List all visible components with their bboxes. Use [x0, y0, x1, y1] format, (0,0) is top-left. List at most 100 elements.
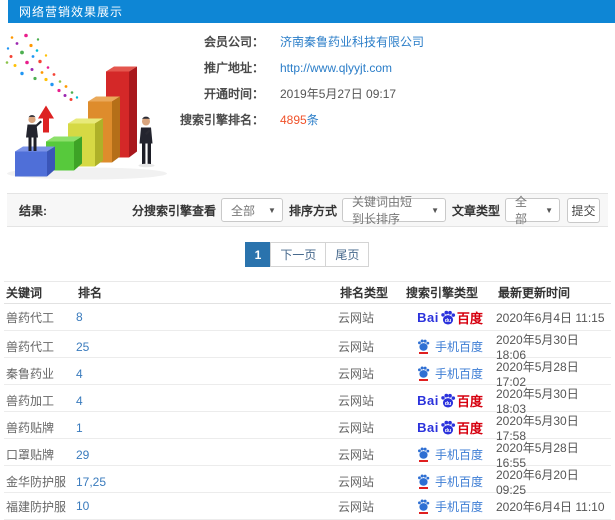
- svg-text:du: du: [445, 428, 452, 434]
- baidu-logo: Bai du 百度: [417, 418, 483, 437]
- baidu-logo-cn-text: 百度: [456, 394, 483, 409]
- baidu-logo-bai-text: Bai: [417, 420, 439, 435]
- updated-time-cell: 2020年6月20日 09:25: [496, 468, 579, 497]
- rank-cell[interactable]: 4: [76, 367, 338, 381]
- mobile-baidu-underline: [418, 487, 428, 489]
- promo-url-value[interactable]: http://www.qlyyjt.com: [280, 61, 392, 75]
- keyword-cell: 兽药加工: [6, 394, 55, 408]
- table-row: 口罩贴牌 29 云网站 Bai du 百度: [4, 439, 611, 470]
- mobile-baidu-paw-icon: [417, 474, 430, 489]
- table-row: 金华防护服 17,25 云网站 Bai du 百度: [4, 466, 611, 497]
- table-row: 福建防护服 10 云网站 Bai du 百度: [4, 493, 611, 520]
- rank-type-cell: 云网站: [338, 340, 375, 354]
- rank-type-cell: 云网站: [338, 421, 375, 435]
- rank-cell[interactable]: 17,25: [76, 475, 338, 489]
- result-section-label: 结果:: [19, 203, 47, 218]
- table-row: 秦鲁药业 4 云网站 Bai du 百度: [4, 358, 611, 389]
- submit-button[interactable]: 提交: [567, 197, 600, 223]
- member-company-row: 会员公司： 济南秦鲁药业科技有限公司: [172, 33, 424, 50]
- svg-text:du: du: [445, 317, 452, 323]
- engine-cell: Bai du 百度: [404, 365, 496, 382]
- keyword-cell: 兽药代工: [6, 340, 55, 354]
- sort-filter-select[interactable]: 关键词由短到长排序 ▼: [341, 195, 446, 226]
- baidu-paw-icon: du: [441, 310, 455, 324]
- promo-url-row: 推广地址： http://www.qlyyjt.com: [172, 61, 424, 76]
- engine-cell: Bai du 百度: [404, 418, 496, 437]
- engine-cell: Bai du 百度: [404, 338, 496, 355]
- baidu-logo: Bai du 百度: [417, 308, 483, 327]
- member-company-value[interactable]: 济南秦鲁药业科技有限公司: [280, 33, 424, 50]
- engine-rank-count: 4895: [280, 112, 307, 127]
- mobile-baidu-paw-icon: [417, 339, 430, 354]
- rank-type-cell: 云网站: [338, 448, 375, 462]
- type-filter-value: 全部: [515, 195, 528, 226]
- rank-cell[interactable]: 8: [76, 310, 338, 324]
- col-header-keyword: 关键词: [6, 286, 43, 300]
- results-table-body: 兽药代工 8 云网站 Bai du 百度 2020年6月4日 11:15 兽药代…: [4, 304, 611, 520]
- filter-controls: 分搜索引擎查看 全部 ▼ 排序方式 关键词由短到长排序 ▼ 文章类型 全部 ▼ …: [126, 195, 600, 226]
- businessman-right: [138, 116, 155, 168]
- open-time-row: 开通时间： 2019年5月27日 09:17: [172, 87, 424, 101]
- chevron-down-icon: ▼: [545, 205, 553, 215]
- type-filter-select[interactable]: 全部 ▼: [505, 195, 560, 226]
- rank-cell[interactable]: 4: [76, 394, 338, 408]
- member-company-label: 会员公司：: [203, 35, 264, 49]
- engine-filter-label: 分搜索引擎查看: [131, 203, 216, 218]
- type-filter-label: 文章类型: [451, 203, 500, 218]
- rank-cell[interactable]: 10: [76, 499, 338, 513]
- engine-cell: Bai du 百度: [404, 391, 496, 410]
- pagination-current-page[interactable]: 1: [244, 242, 272, 267]
- up-arrow-icon: [38, 105, 54, 133]
- rank-type-cell: 云网站: [338, 310, 375, 325]
- member-info-list: 会员公司： 济南秦鲁药业科技有限公司 推广地址： http://www.qlyy…: [172, 35, 424, 139]
- rank-cell[interactable]: 29: [76, 448, 338, 462]
- col-header-rank: 排名: [78, 286, 103, 300]
- pagination-last-button[interactable]: 尾页: [325, 242, 370, 267]
- baidu-logo-cn-text: 百度: [456, 421, 483, 436]
- table-row: 兽药贴牌 1 云网站 Bai du 百度 2020年5月30日 17:58: [4, 412, 611, 443]
- mobile-baidu-logo: 手机百度: [417, 473, 483, 490]
- engine-cell: Bai du 百度: [404, 498, 496, 515]
- baidu-paw-icon: du: [441, 420, 455, 435]
- chevron-down-icon: ▼: [268, 205, 276, 215]
- engine-rank-label: 搜索引擎排名：: [179, 113, 264, 127]
- table-row: 兽药加工 4 云网站 Bai du 百度 2020年5月30日 18:03: [4, 385, 611, 416]
- mobile-baidu-text: 手机百度: [434, 340, 483, 354]
- rank-cell[interactable]: 1: [76, 421, 338, 435]
- keyword-cell: 兽药代工: [6, 310, 55, 325]
- results-table: 关键词 排名 排名类型 搜索引擎类型 最新更新时间 兽药代工 8 云网站 Bai…: [4, 281, 611, 520]
- mobile-baidu-paw-icon: [417, 498, 430, 514]
- businessman-left: [26, 115, 42, 151]
- mobile-baidu-text: 手机百度: [434, 499, 483, 514]
- promo-url-label: 推广地址：: [203, 61, 264, 75]
- table-row: 兽药代工 8 云网站 Bai du 百度 2020年6月4日 11:15: [4, 304, 611, 331]
- engine-filter-select[interactable]: 全部 ▼: [220, 198, 283, 222]
- baidu-logo: Bai du 百度: [417, 391, 483, 410]
- sort-filter-value: 关键词由短到长排序: [351, 195, 412, 226]
- svg-text:du: du: [445, 401, 452, 407]
- mobile-baidu-logo: 手机百度: [417, 338, 483, 355]
- keyword-cell: 口罩贴牌: [6, 448, 55, 462]
- col-header-updated: 最新更新时间: [498, 286, 571, 300]
- mobile-baidu-paw-icon: [417, 366, 430, 381]
- mobile-baidu-logo: 手机百度: [417, 498, 483, 515]
- filter-bar: 结果: 分搜索引擎查看 全部 ▼ 排序方式 关键词由短到长排序 ▼ 文章类型 全…: [7, 193, 608, 227]
- engine-filter-value: 全部: [230, 203, 255, 218]
- rank-cell[interactable]: 25: [76, 340, 338, 354]
- updated-time-cell: 2020年6月4日 11:15: [496, 310, 605, 325]
- pagination-next-button[interactable]: 下一页: [270, 242, 327, 267]
- open-time-label: 开通时间：: [203, 87, 264, 101]
- mobile-baidu-paw-icon: [417, 447, 430, 462]
- mobile-baidu-text: 手机百度: [434, 475, 483, 489]
- engine-cell: Bai du 百度: [404, 473, 496, 490]
- col-header-engine-type: 搜索引擎类型: [406, 286, 479, 300]
- page-title: 网络营销效果展示: [19, 5, 124, 19]
- marketing-chart-illustration: [5, 33, 167, 180]
- rank-type-cell: 云网站: [338, 499, 375, 514]
- page: 网络营销效果展示 会员公司： 济南秦鲁药业科技有限公司 推广地址： http:/…: [0, 0, 615, 520]
- mobile-baidu-logo: 手机百度: [417, 365, 483, 382]
- rank-type-cell: 云网站: [338, 475, 375, 489]
- open-time-value: 2019年5月27日 09:17: [280, 87, 397, 101]
- mobile-baidu-underline: [418, 511, 428, 514]
- rank-type-cell: 云网站: [338, 367, 375, 381]
